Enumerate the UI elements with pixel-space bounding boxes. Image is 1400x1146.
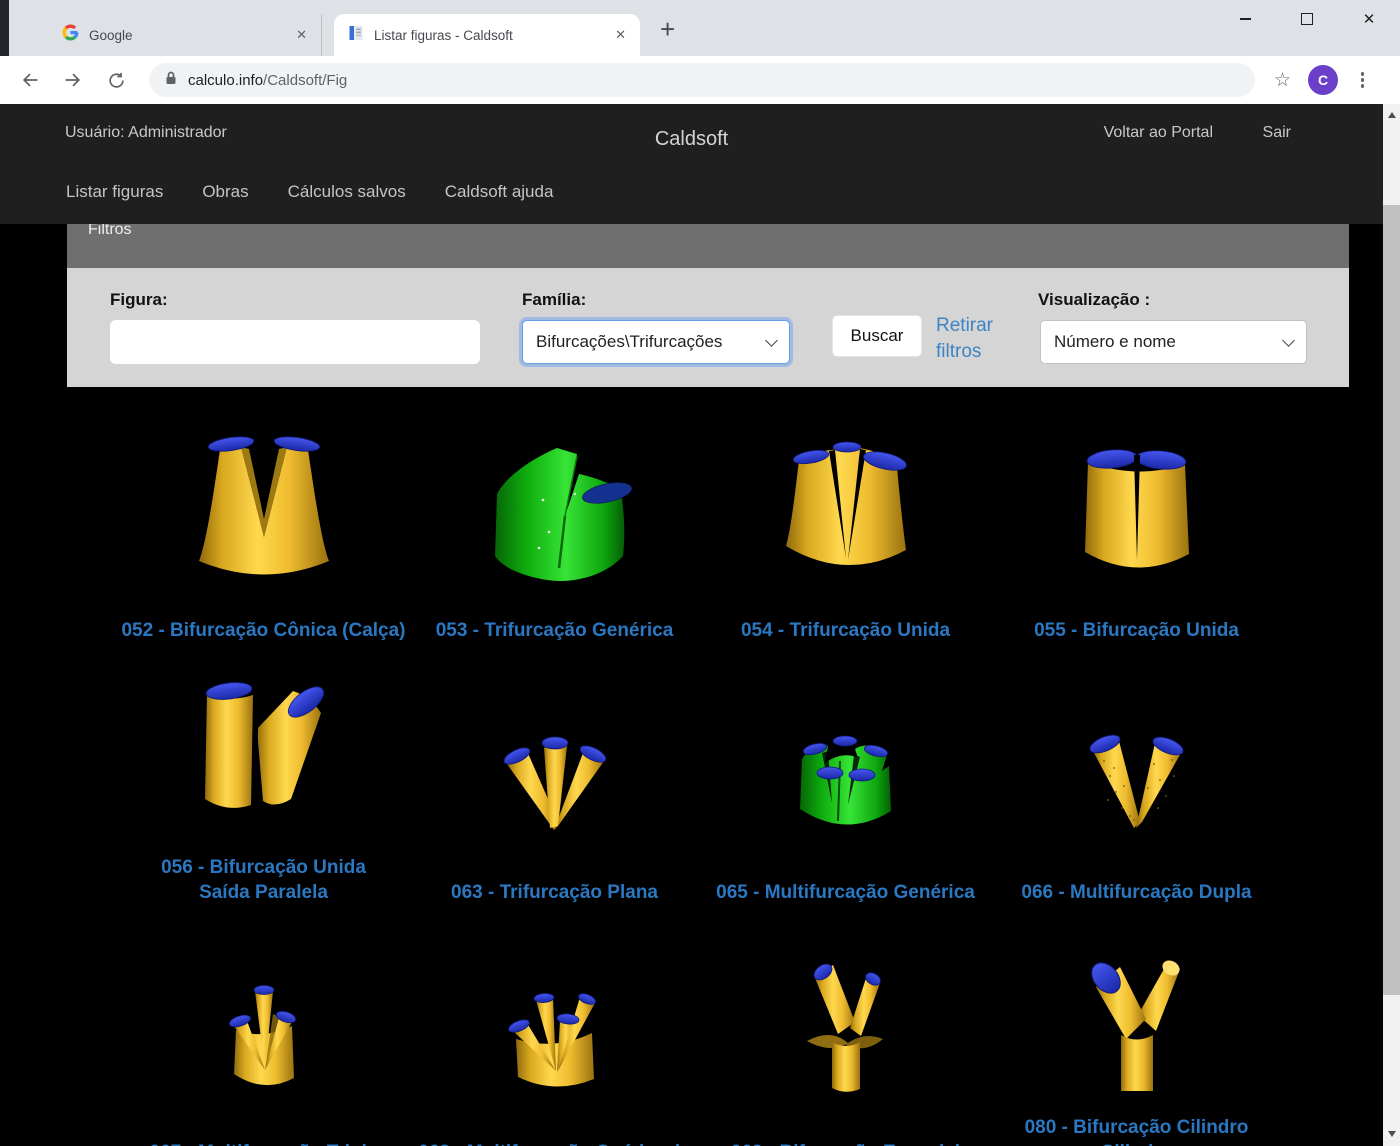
figure-thumbnail-054[interactable] xyxy=(700,404,991,586)
nav-obras[interactable]: Obras xyxy=(202,182,248,202)
figure-thumbnail-056[interactable] xyxy=(118,646,409,836)
figure-label[interactable]: 053 - Trifurcação Genérica xyxy=(436,618,674,646)
buscar-button[interactable]: Buscar xyxy=(832,315,922,357)
minimize-icon xyxy=(1240,18,1251,20)
figure-thumbnail-066[interactable] xyxy=(991,646,1282,836)
visualizacao-select[interactable]: Número e nome xyxy=(1040,320,1307,364)
nav-caldsoft-ajuda[interactable]: Caldsoft ajuda xyxy=(445,182,554,202)
figure-item-052[interactable]: 052 - Bifurcação Cônica (Calça) xyxy=(118,404,409,646)
scrollbar-thumb[interactable] xyxy=(1383,205,1400,995)
figure-label[interactable]: 066 - Multifurcação Dupla xyxy=(1021,880,1251,908)
site-header: Usuário: Administrador Caldsoft Voltar a… xyxy=(0,104,1383,224)
figure-label[interactable]: 055 - Bifurcação Unida xyxy=(1034,618,1239,646)
figure-item-053[interactable]: 053 - Trifurcação Genérica xyxy=(409,404,700,646)
figure-item-056[interactable]: 056 - Bifurcação Unida Saída Paralela xyxy=(118,646,409,908)
figures-grid: 052 - Bifurcação Cônica (Calça) 053 - Tr… xyxy=(118,404,1282,1146)
page-content: Usuário: Administrador Caldsoft Voltar a… xyxy=(0,104,1400,1146)
maximize-icon xyxy=(1301,13,1313,25)
tab-strip: Google ✕ Listar figuras - Caldsoft ✕ + ✕ xyxy=(0,0,1400,56)
window-close-button[interactable]: ✕ xyxy=(1338,0,1400,38)
familia-selected-value: Bifurcações\Trifurcações xyxy=(536,332,722,352)
back-button[interactable] xyxy=(18,68,42,92)
browser-menu-button[interactable] xyxy=(1357,68,1368,91)
retirar-filtros-link[interactable]: Retirar filtros xyxy=(936,313,1002,365)
figure-thumbnail-065[interactable] xyxy=(700,646,991,836)
voltar-portal-link[interactable]: Voltar ao Portal xyxy=(1104,124,1213,142)
figure-label[interactable]: 068 - Multifurcação Quádrupla xyxy=(418,1140,690,1146)
filtros-panel-header: Filtros xyxy=(67,224,1349,268)
bookmark-star-icon[interactable]: ☆ xyxy=(1274,69,1291,92)
main-nav: Listar figuras Obras Cálculos salvos Cal… xyxy=(66,182,553,202)
window-maximize-button[interactable] xyxy=(1276,0,1338,38)
window-frame-edge xyxy=(0,0,9,56)
profile-avatar[interactable]: C xyxy=(1308,65,1338,95)
figure-item-055[interactable]: 055 - Bifurcação Unida xyxy=(991,404,1282,646)
visualizacao-selected-value: Número e nome xyxy=(1054,332,1176,352)
figure-thumbnail-055[interactable] xyxy=(991,404,1282,586)
figure-item-069[interactable]: 069 - Bifurcação Especial xyxy=(700,908,991,1146)
nav-calculos-salvos[interactable]: Cálculos salvos xyxy=(288,182,406,202)
figure-item-054[interactable]: 054 - Trifurcação Unida xyxy=(700,404,991,646)
google-favicon-icon xyxy=(62,24,79,46)
address-bar[interactable]: calculo.info/Caldsoft/Fig xyxy=(149,63,1255,97)
browser-toolbar: calculo.info/Caldsoft/Fig ☆ C xyxy=(0,56,1400,104)
figure-thumbnail-080[interactable] xyxy=(991,908,1282,1096)
figure-item-080[interactable]: 080 - Bifurcação Cilindro Cilindro xyxy=(991,908,1282,1146)
sair-link[interactable]: Sair xyxy=(1263,124,1291,142)
visualizacao-label: Visualização : xyxy=(1038,290,1150,310)
arrow-down-icon xyxy=(1388,1131,1396,1137)
tab-close-icon[interactable]: ✕ xyxy=(615,27,626,43)
filtros-title: Filtros xyxy=(88,224,1349,240)
figure-item-065[interactable]: 065 - Multifurcação Genérica xyxy=(700,646,991,908)
figura-input[interactable] xyxy=(110,320,480,364)
window-minimize-button[interactable] xyxy=(1214,0,1276,38)
tab-close-icon[interactable]: ✕ xyxy=(296,27,307,43)
figure-label[interactable]: 054 - Trifurcação Unida xyxy=(741,618,950,646)
figure-item-067[interactable]: 067 - Multifurcação Tripla xyxy=(118,908,409,1146)
figure-thumbnail-052[interactable] xyxy=(118,404,409,586)
figure-item-063[interactable]: 063 - Trifurcação Plana xyxy=(409,646,700,908)
close-icon: ✕ xyxy=(1363,12,1376,27)
figure-label[interactable]: 056 - Bifurcação Unida Saída Paralela xyxy=(134,855,394,908)
reload-button[interactable] xyxy=(104,68,128,92)
figure-label[interactable]: 065 - Multifurcação Genérica xyxy=(716,880,975,908)
familia-label: Família: xyxy=(522,290,586,310)
figure-thumbnail-067[interactable] xyxy=(118,908,409,1096)
url-text: calculo.info/Caldsoft/Fig xyxy=(188,72,347,89)
page-scrollbar[interactable] xyxy=(1383,104,1400,1146)
figure-item-066[interactable]: 066 - Multifurcação Dupla xyxy=(991,646,1282,908)
scroll-up-button[interactable] xyxy=(1383,106,1400,123)
figure-label[interactable]: 063 - Trifurcação Plana xyxy=(451,880,658,908)
tab-title: Listar figuras - Caldsoft xyxy=(374,28,607,43)
forward-button[interactable] xyxy=(61,68,85,92)
tab-google[interactable]: Google ✕ xyxy=(48,14,322,56)
tab-listar-figuras[interactable]: Listar figuras - Caldsoft ✕ xyxy=(334,14,640,56)
chevron-down-icon xyxy=(1282,334,1295,347)
lock-icon xyxy=(165,71,177,90)
scroll-down-button[interactable] xyxy=(1383,1125,1400,1142)
figure-thumbnail-053[interactable] xyxy=(409,404,700,586)
figure-label[interactable]: 069 - Bifurcação Especial xyxy=(731,1140,960,1146)
figure-item-068[interactable]: 068 - Multifurcação Quádrupla xyxy=(409,908,700,1146)
nav-listar-figuras[interactable]: Listar figuras xyxy=(66,182,163,202)
chevron-down-icon xyxy=(765,334,778,347)
new-tab-button[interactable]: + xyxy=(660,16,675,42)
arrow-up-icon xyxy=(1388,112,1396,118)
figure-thumbnail-063[interactable] xyxy=(409,646,700,836)
figure-label[interactable]: 052 - Bifurcação Cônica (Calça) xyxy=(121,618,405,646)
figure-thumbnail-069[interactable] xyxy=(700,908,991,1096)
figure-thumbnail-068[interactable] xyxy=(409,908,700,1096)
page-favicon-icon xyxy=(348,25,364,46)
figura-label: Figura: xyxy=(110,290,168,310)
familia-select[interactable]: Bifurcações\Trifurcações xyxy=(522,320,790,364)
figure-label[interactable]: 080 - Bifurcação Cilindro Cilindro xyxy=(1012,1115,1262,1146)
filter-panel: Figura: Família: Bifurcações\Trifurcaçõe… xyxy=(67,268,1349,387)
figure-label[interactable]: 067 - Multifurcação Tripla xyxy=(149,1140,377,1146)
tab-title: Google xyxy=(89,28,288,43)
